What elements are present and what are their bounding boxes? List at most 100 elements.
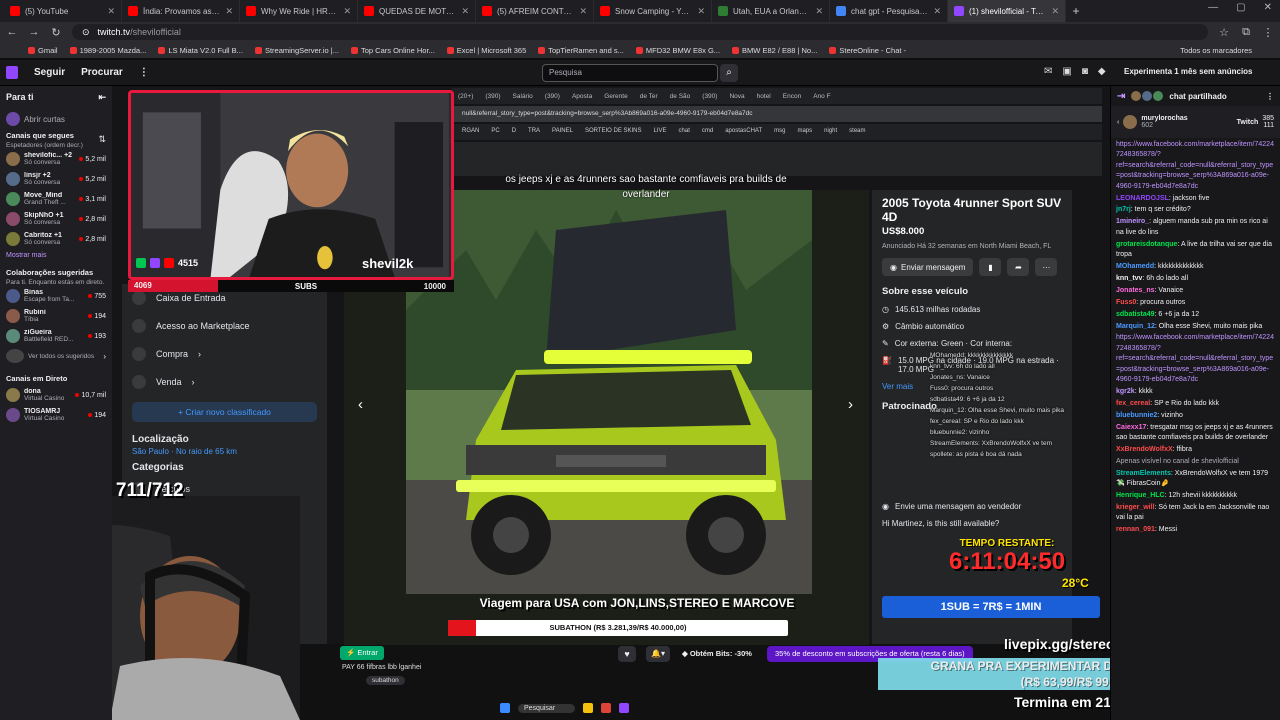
chat-username[interactable]: grotareisdotanque xyxy=(1116,241,1177,248)
followed-channel[interactable]: SkipNhO +1 Só conversa 2,8 mil xyxy=(0,209,112,229)
get-bits-button[interactable]: ◆ Obtém Bits: -30% xyxy=(682,649,752,658)
minimize-icon[interactable]: — xyxy=(1208,2,1218,13)
prev-icon[interactable]: ‹ xyxy=(1117,119,1119,126)
chat-username[interactable]: Henrique_HLC xyxy=(1116,492,1165,499)
save-listing-icon[interactable]: ▮ xyxy=(979,258,1002,276)
browser-tab[interactable]: (5) AFREIM CONTOU PORQUE ✕ xyxy=(476,0,594,22)
collapse-sidebar-icon[interactable]: ⇤ xyxy=(98,92,106,103)
marketplace-menu-item[interactable]: Venda › xyxy=(122,368,327,396)
url-field[interactable]: ⊙ twitch.tv /shevilofficial xyxy=(72,24,1208,40)
live-channel[interactable]: TIOSAMRJ Virtual Casino 194 xyxy=(0,405,112,425)
nav-following[interactable]: Seguir xyxy=(34,67,65,78)
join-button[interactable]: ⚡ Entrar xyxy=(340,646,384,660)
browser-tab[interactable]: Índia: Provamos as Comidas de Rua ✕ xyxy=(122,0,240,22)
chat-username[interactable]: bluebunnie2 xyxy=(1116,412,1157,419)
browser-tab[interactable]: Why We Ride | HRC Rally Raid ✕ xyxy=(240,0,358,22)
collab-channel[interactable]: Rubini Tíbia 194 xyxy=(0,306,112,326)
bookmark-item[interactable]: Top Cars Online Hor... xyxy=(351,46,435,55)
chat-link[interactable]: https://www.facebook.com/marketplace/ite… xyxy=(1116,141,1274,190)
more-options-icon[interactable]: ··· xyxy=(1035,258,1058,276)
bookmark-item[interactable]: MFD32 BMW E8x G... xyxy=(635,46,720,55)
video-player[interactable]: (20+) (390) Salário (390) Aposta Gerente de Te… xyxy=(112,86,1110,720)
bookmark-item[interactable]: Gmail xyxy=(28,46,58,55)
followed-channel[interactable]: Cabritoz +1 Só conversa 2,8 mil xyxy=(0,229,112,249)
browser-tab[interactable]: QUEDAS DE MOTO (EP. 163) ✕ xyxy=(358,0,476,22)
open-curtains[interactable]: Abrir curtas xyxy=(0,109,112,129)
chat-username[interactable]: kgr2k xyxy=(1116,388,1135,395)
send-message-button[interactable]: ◉ Enviar mensagem xyxy=(882,258,974,276)
chat-username[interactable]: Caiexx17 xyxy=(1116,424,1146,431)
nav-more-icon[interactable]: ⋮ xyxy=(139,67,149,78)
search-input[interactable]: Pesquisa xyxy=(542,64,718,82)
chat-username[interactable]: krieger_will xyxy=(1116,504,1155,511)
chat-username[interactable]: XxBrendoWolfxX xyxy=(1116,446,1173,453)
see-all-suggested[interactable]: Ver todos os sugeridos › xyxy=(0,346,112,366)
browser-tab[interactable]: Snow Camping - YouTube ✕ xyxy=(594,0,712,22)
subathon-tag[interactable]: subathon xyxy=(366,676,405,685)
followed-channel[interactable]: shevilofic... +2 Só conversa 5,2 mil xyxy=(0,149,112,169)
tab-close-icon[interactable]: ✕ xyxy=(107,6,115,17)
bits-icon[interactable]: ◆ xyxy=(1098,66,1106,77)
tab-close-icon[interactable]: ✕ xyxy=(1051,6,1059,17)
collab-channel[interactable]: Binas Escape from Ta... 755 xyxy=(0,286,112,306)
location-value[interactable]: São Paulo · No raio de 65 km xyxy=(122,447,327,456)
browser-tab[interactable]: (5) YouTube ✕ xyxy=(4,0,122,22)
whispers-icon[interactable]: ◙ xyxy=(1082,66,1088,77)
chat-username[interactable]: Fuss0 xyxy=(1116,299,1136,306)
chat-username[interactable]: fex_cereal xyxy=(1116,400,1150,407)
inbox-icon[interactable]: ✉ xyxy=(1044,66,1052,77)
chat-username[interactable]: rennan_091 xyxy=(1116,526,1155,533)
site-info-icon[interactable]: ⊙ xyxy=(82,27,90,38)
back-icon[interactable]: ← xyxy=(6,26,18,38)
twitch-logo[interactable] xyxy=(6,66,18,79)
follow-heart-icon[interactable]: ♥ xyxy=(618,646,636,662)
browser-tab[interactable]: chat gpt - Pesquisa Google ✕ xyxy=(830,0,948,22)
nav-browse[interactable]: Procurar xyxy=(81,67,123,78)
tab-close-icon[interactable]: ✕ xyxy=(697,6,705,17)
search-icon[interactable]: ⌕ xyxy=(720,64,738,82)
chat-settings-icon[interactable]: ⋮ xyxy=(1266,92,1274,101)
create-listing-button[interactable]: + Criar novo classificado xyxy=(132,402,317,422)
bookmark-item[interactable]: TopTierRamen and s... xyxy=(538,46,624,55)
followed-channel[interactable]: Move_Mind Grand Theft ... 3,1 mil xyxy=(0,189,112,209)
tab-close-icon[interactable]: ✕ xyxy=(933,6,941,17)
share-listing-icon[interactable]: ➦ xyxy=(1007,258,1030,276)
reload-icon[interactable]: ↻ xyxy=(50,26,62,39)
marketplace-menu-item[interactable]: Compra › xyxy=(122,340,327,368)
marketplace-menu-item[interactable]: Acesso ao Marketplace xyxy=(122,312,327,340)
turbo-promo[interactable]: Experimenta 1 mês sem anúncios xyxy=(1124,67,1253,76)
chat-username[interactable]: knn_tvv xyxy=(1116,275,1142,282)
browser-menu-icon[interactable]: ⋮ xyxy=(1262,26,1274,39)
forward-icon[interactable]: → xyxy=(28,26,40,38)
close-window-icon[interactable]: ✕ xyxy=(1264,2,1272,13)
browser-tab[interactable]: Utah, EUA a Orlando, Flórida ✕ xyxy=(712,0,830,22)
chat-username[interactable]: Jonates_ns xyxy=(1116,287,1155,294)
chat-username[interactable]: jn7rj xyxy=(1116,206,1131,213)
extensions-icon[interactable]: ⧉ xyxy=(1240,26,1252,39)
live-channel[interactable]: dona Virtual Casino 10,7 mil xyxy=(0,385,112,405)
chat-username[interactable]: sdbatista49 xyxy=(1116,311,1155,318)
browser-tab[interactable]: (1) shevilofficial - Twitch ✕ xyxy=(948,0,1066,22)
sort-icon[interactable]: ⇅ xyxy=(98,134,106,145)
tab-close-icon[interactable]: ✕ xyxy=(579,6,587,17)
photo-prev-icon[interactable]: ‹ xyxy=(358,396,363,413)
collapse-chat-icon[interactable]: ⇥ xyxy=(1117,91,1125,102)
bookmark-item[interactable]: StreamingServer.io |... xyxy=(254,46,339,55)
all-bookmarks-button[interactable]: Todos os marcadores xyxy=(1180,46,1252,55)
chat-username[interactable]: Marquin_12 xyxy=(1116,323,1155,330)
notifications-bell-icon[interactable]: 🔔▾ xyxy=(646,646,670,662)
bookmark-item[interactable]: StereOnline - Chat - xyxy=(829,46,906,55)
bookmark-item[interactable]: LS Miata V2.0 Full B... xyxy=(158,46,243,55)
show-more-link[interactable]: Mostrar mais xyxy=(0,249,112,262)
tab-close-icon[interactable]: ✕ xyxy=(225,6,233,17)
chat-username[interactable]: 1mineiro_ xyxy=(1116,218,1149,225)
followed-channel[interactable]: linsjr +2 Só conversa 5,2 mil xyxy=(0,169,112,189)
chat-username[interactable]: MOhamedd xyxy=(1116,263,1154,270)
chat-username[interactable]: LEONARDOJSL xyxy=(1116,195,1169,202)
notifications-icon[interactable]: ▣ xyxy=(1062,66,1071,77)
chat-username[interactable]: StreamElements xyxy=(1116,470,1171,477)
bookmark-item[interactable]: BMW E82 / E88 | No... xyxy=(732,46,817,55)
bookmark-star-icon[interactable]: ☆ xyxy=(1218,26,1230,39)
bookmark-item[interactable]: 1989-2005 Mazda... xyxy=(69,46,146,55)
maximize-icon[interactable]: ▢ xyxy=(1236,2,1245,13)
